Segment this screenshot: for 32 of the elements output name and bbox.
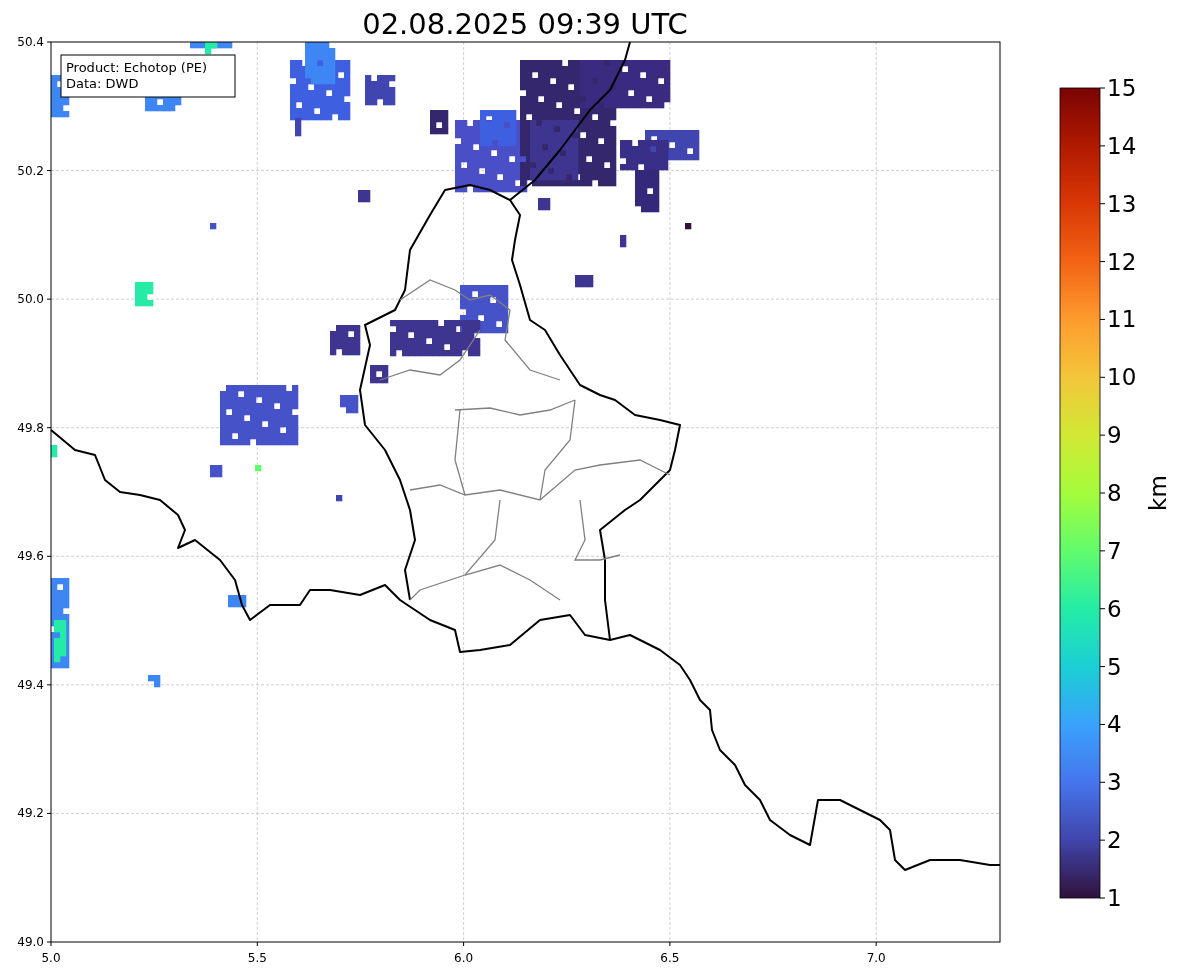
y-tick-label: 50.4 (17, 35, 44, 49)
y-tick-label: 49.0 (17, 935, 44, 949)
colorbar-tick-label: 14 (1107, 132, 1137, 159)
y-tick-label: 49.2 (17, 806, 44, 821)
y-tick-label: 49.4 (17, 677, 44, 692)
colorbar-tick-label: 6 (1107, 595, 1122, 622)
colorbar-tick-label: 3 (1107, 769, 1122, 796)
x-tick-label: 5.0 (41, 951, 61, 965)
y-tick-label: 49.8 (17, 420, 44, 435)
colorbar-tick-label: 13 (1107, 190, 1137, 217)
colorbar-tick-label: 8 (1107, 480, 1122, 506)
x-tick-label: 6.0 (454, 951, 474, 965)
x-tick-label: 6.5 (660, 951, 680, 965)
x-tick-label: 7.0 (866, 951, 886, 965)
y-tick-label: 50.2 (17, 163, 44, 178)
colorbar-tick-label: 2 (1107, 827, 1122, 854)
colorbar-tick-label: 10 (1107, 364, 1137, 391)
info-text: Data: DWD (66, 76, 139, 91)
colorbar-tick-label: 5 (1107, 653, 1122, 680)
colorbar-tick-label: 7 (1107, 537, 1122, 564)
y-tick-label: 50.0 (17, 292, 44, 307)
plot-title: 02.08.2025 09:39 UTC (362, 7, 688, 41)
colorbar-tick-label: 9 (1107, 422, 1122, 449)
colorbar-tick-label: 12 (1107, 248, 1137, 275)
colorbar-tick-label: 11 (1107, 306, 1137, 333)
x-tick-label: 5.5 (247, 951, 267, 965)
info-text: Product: Echotop (PE) (66, 60, 208, 75)
y-tick-label: 49.6 (17, 549, 44, 564)
colorbar-label: km (1145, 475, 1171, 511)
colorbar-tick-label: 15 (1107, 75, 1137, 101)
colorbar-tick-label: 4 (1107, 711, 1122, 738)
colorbar-tick-label: 1 (1107, 885, 1122, 911)
